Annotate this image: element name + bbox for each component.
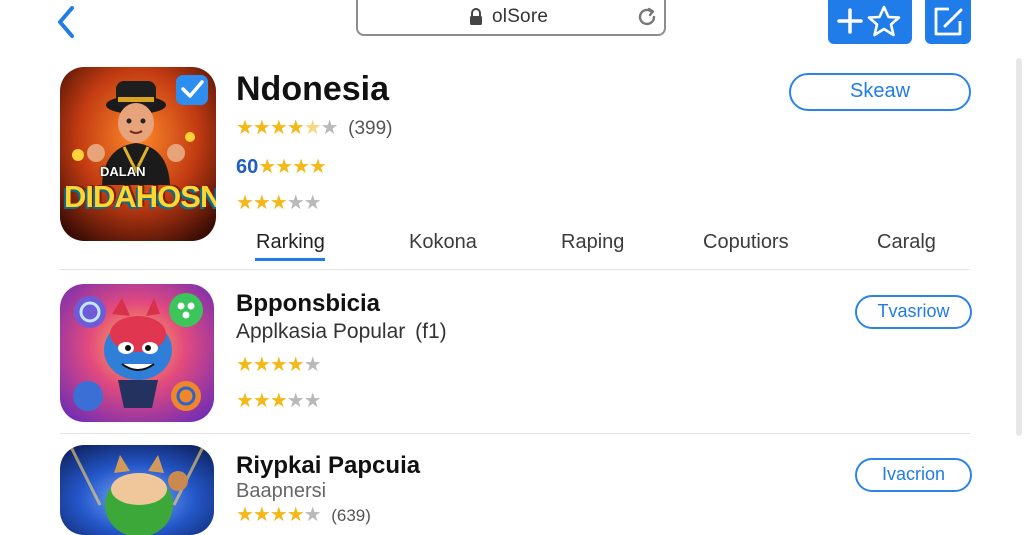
app-count: (f1) xyxy=(415,320,447,343)
score-row: 60★★★★ xyxy=(236,154,327,179)
lock-icon xyxy=(470,8,482,25)
app-action-button[interactable]: Ivacrion xyxy=(855,458,972,492)
star-row: ★★★★★★ xyxy=(236,117,339,139)
divider xyxy=(60,269,970,270)
icon-caption-main: DIDAHOSN xyxy=(64,179,216,214)
app-category: Applkasia Popular xyxy=(236,320,406,343)
reload-icon[interactable] xyxy=(636,6,658,28)
add-favorite-button[interactable] xyxy=(828,0,912,44)
app-action-button[interactable]: Tvasriow xyxy=(855,295,972,329)
tab-raping[interactable]: Raping xyxy=(561,231,624,254)
back-button[interactable] xyxy=(52,4,84,40)
app-rating: ★★★★★ xyxy=(236,354,322,376)
rating-count: (399) xyxy=(348,118,393,139)
app-icon[interactable] xyxy=(60,445,214,535)
creature-artwork-icon xyxy=(60,445,214,535)
app-subtitle: Baapnersi xyxy=(236,480,326,503)
tab-ranking[interactable]: Rarking xyxy=(256,231,325,254)
app-subtitle: Applkasia Popular (f1) xyxy=(236,320,447,344)
app-rating: ★★★★★ (639) xyxy=(236,504,371,526)
featured-rating: ★★★★★★ (399) xyxy=(236,115,393,140)
plus-star-icon xyxy=(837,5,901,37)
address-bar[interactable]: olSore xyxy=(356,0,666,36)
scrollbar[interactable] xyxy=(1016,58,1022,436)
tab-kokona[interactable]: Kokona xyxy=(409,231,477,254)
app-title[interactable]: Riypkai Papcuia xyxy=(236,452,420,480)
app-icon[interactable] xyxy=(60,284,214,422)
featured-app-icon[interactable]: DALAN DIDAHOSN xyxy=(60,67,216,241)
app-category: Baapnersi xyxy=(236,480,327,502)
monster-artwork-icon xyxy=(60,284,214,422)
compose-button[interactable] xyxy=(925,0,971,44)
tab-coputiors[interactable]: Coputiors xyxy=(703,231,789,254)
address-text: olSore xyxy=(492,6,549,27)
score-label: 60 xyxy=(236,156,259,178)
app-title[interactable]: Bpponsbicia xyxy=(236,290,380,318)
app-rating-secondary: ★★★★★ xyxy=(236,390,322,412)
rating-count: (639) xyxy=(331,506,371,525)
score-stars: ★★★★ xyxy=(258,156,327,178)
featured-action-button[interactable]: Skeaw xyxy=(789,73,971,111)
featured-app-title[interactable]: Ndonesia xyxy=(236,70,389,109)
tab-caralg[interactable]: Caralg xyxy=(877,231,936,254)
icon-caption-top: DALAN xyxy=(100,164,146,179)
divider xyxy=(60,433,970,434)
compose-icon xyxy=(934,7,963,36)
chevron-left-icon xyxy=(58,6,74,38)
secondary-rating: ★★★★★ xyxy=(236,192,322,214)
active-tab-indicator xyxy=(255,258,325,261)
